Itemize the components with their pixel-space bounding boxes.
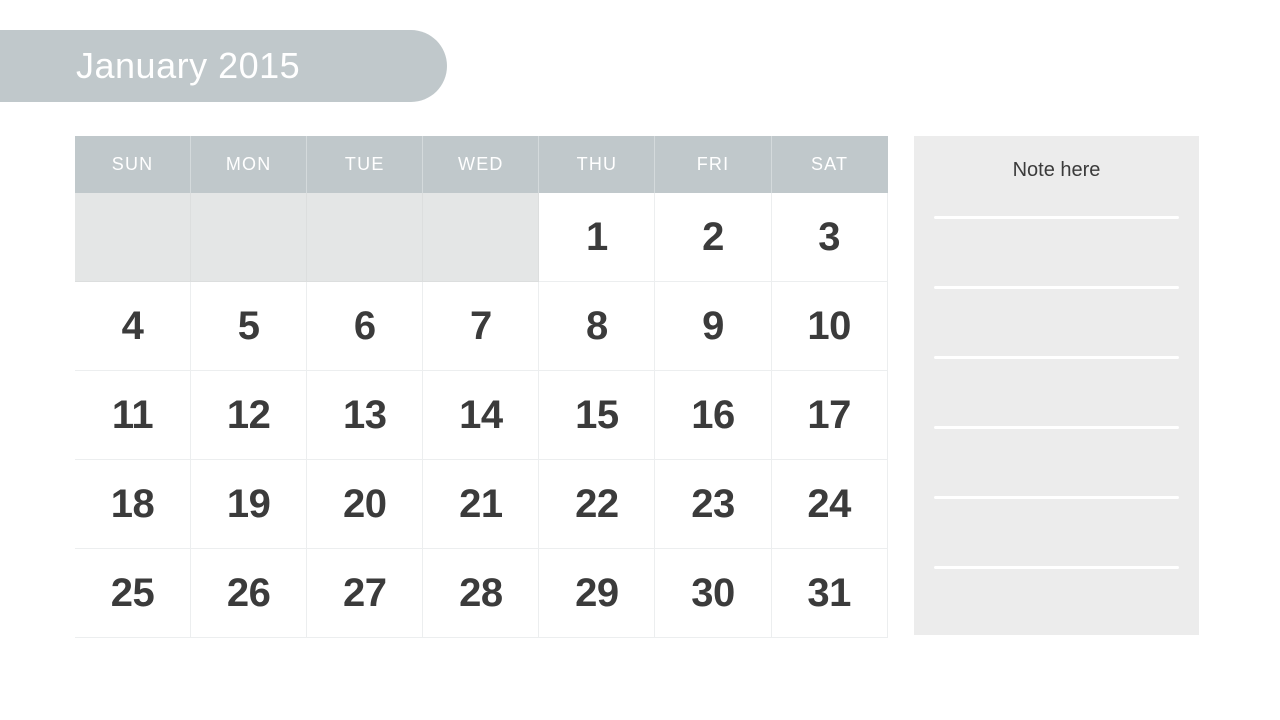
weekday-header-wed: WED [423,136,540,193]
note-line[interactable] [934,356,1179,359]
calendar-day-cell[interactable]: 21 [423,460,540,549]
calendar-week-row: 4 5 6 7 8 9 10 [75,282,888,371]
calendar-day-cell[interactable]: 1 [539,193,656,282]
calendar-day-cell[interactable]: 27 [307,549,424,638]
weekday-header-row: SUN MON TUE WED THU FRI SAT [75,136,888,193]
calendar-day-cell-empty [307,193,424,282]
calendar-day-cell[interactable]: 6 [307,282,424,371]
weekday-header-thu: THU [539,136,656,193]
note-line[interactable] [934,566,1179,569]
calendar-day-cell[interactable]: 3 [771,193,888,282]
note-line[interactable] [934,216,1179,219]
calendar-day-cell[interactable]: 20 [307,460,424,549]
weekday-header-sat: SAT [771,136,888,193]
calendar-day-cell[interactable]: 22 [539,460,656,549]
calendar-day-cell-empty [191,193,308,282]
calendar-day-cell[interactable]: 12 [191,371,308,460]
calendar-day-cell[interactable]: 18 [75,460,192,549]
note-line[interactable] [934,426,1179,429]
weekday-header-fri: FRI [655,136,772,193]
weekday-header-tue: TUE [307,136,424,193]
calendar-day-cell[interactable]: 19 [191,460,308,549]
calendar-day-cell-empty [423,193,540,282]
weekday-header-sun: SUN [75,136,192,193]
calendar-day-cell[interactable]: 15 [539,371,656,460]
calendar-day-cell[interactable]: 24 [771,460,888,549]
calendar-grid: SUN MON TUE WED THU FRI SAT 1 2 3 4 5 6 7 8 9 10 11 12 13 1… [75,136,888,638]
note-panel[interactable]: Note here [914,136,1199,639]
calendar-day-cell[interactable]: 14 [423,371,540,460]
note-line[interactable] [934,496,1179,499]
calendar-day-cell[interactable]: 8 [539,282,656,371]
calendar-day-cell[interactable]: 10 [771,282,888,371]
calendar-day-cell[interactable]: 16 [655,371,772,460]
calendar-week-row: 123 [75,193,888,282]
note-panel-title: Note here [1012,159,1101,181]
calendar-day-cell[interactable]: 13 [307,371,424,460]
weekday-header-mon: MON [191,136,308,193]
calendar-day-cell[interactable]: 30 [655,549,772,638]
calendar-day-cell[interactable]: 26 [191,549,308,638]
calendar-week-row: 25 26 27 28 29 30 31 [75,549,888,638]
calendar-day-cell[interactable]: 5 [191,282,308,371]
calendar-day-cell[interactable]: 9 [655,282,772,371]
calendar-day-cell[interactable]: 11 [75,371,192,460]
calendar-weeks: 1 2 3 4 5 6 7 8 9 10 11 12 13 14 15 16 17 18 19 20 21 22 23 24 2… [75,193,888,638]
note-line[interactable] [934,286,1179,289]
calendar-week-row: 18 19 20 21 22 23 24 [75,460,888,549]
calendar-day-cell[interactable]: 2 [655,193,772,282]
calendar-day-cell-empty [75,193,192,282]
calendar-day-cell[interactable]: 28 [423,549,540,638]
note-line[interactable] [934,636,1179,639]
calendar-day-cell[interactable]: 31 [771,549,888,638]
calendar-day-cell[interactable]: 17 [771,371,888,460]
calendar-day-cell[interactable]: 29 [539,549,656,638]
page-title: January 2015 [76,45,301,86]
month-title-banner: January 2015 [0,30,447,102]
calendar-day-cell[interactable]: 25 [75,549,192,638]
calendar-week-row: 11 12 13 14 15 16 17 [75,371,888,460]
note-ruled-lines [934,216,1179,706]
calendar-day-cell[interactable]: 4 [75,282,192,371]
calendar-day-cell[interactable]: 23 [655,460,772,549]
calendar-day-cell[interactable]: 7 [423,282,540,371]
